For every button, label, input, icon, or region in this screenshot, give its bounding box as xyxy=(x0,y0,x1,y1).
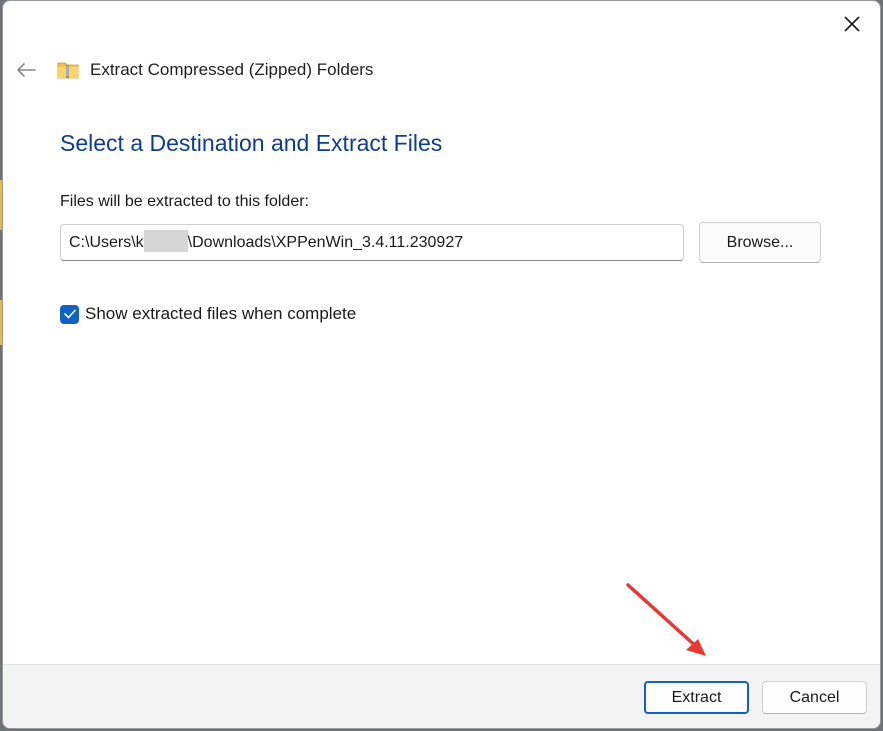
path-prefix: C:\Users\k xyxy=(69,234,144,251)
title-bar: Extract Compressed (Zipped) Folders xyxy=(57,57,373,83)
zipped-folder-icon xyxy=(57,60,79,80)
destination-label: Files will be extracted to this folder: xyxy=(60,193,309,210)
show-files-checkbox[interactable] xyxy=(60,304,79,324)
page-heading: Select a Destination and Extract Files xyxy=(60,130,443,156)
close-button[interactable] xyxy=(832,7,872,41)
browse-button[interactable]: Browse... xyxy=(699,222,821,263)
back-button[interactable] xyxy=(11,55,41,85)
destination-path-input[interactable]: C:\Users\k \Downloads\XPPenWin_3.4.11.230… xyxy=(60,224,684,261)
extract-dialog: Extract Compressed (Zipped) Folders Sele… xyxy=(2,0,881,729)
cancel-button[interactable]: Cancel xyxy=(762,681,867,714)
close-icon xyxy=(844,16,860,32)
show-files-label: Show extracted files when complete xyxy=(85,304,357,323)
redacted-username xyxy=(143,230,188,252)
path-suffix: \Downloads\XPPenWin_3.4.11.230927 xyxy=(187,234,464,251)
show-files-option[interactable]: Show extracted files when complete xyxy=(60,304,356,324)
checkmark-icon xyxy=(63,309,76,319)
back-arrow-icon xyxy=(17,63,36,77)
dialog-footer: Extract Cancel xyxy=(3,664,880,728)
extract-button[interactable]: Extract xyxy=(644,681,749,714)
window-title: Extract Compressed (Zipped) Folders xyxy=(90,60,374,79)
